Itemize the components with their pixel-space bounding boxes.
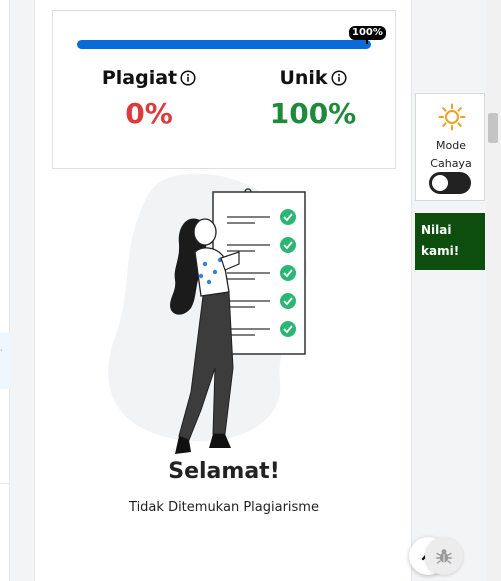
- check-icon: [280, 321, 296, 337]
- plagiarism-value: 0%: [125, 97, 173, 130]
- bug-icon: [436, 549, 452, 564]
- plagiarism-label: Plagiat: [101, 67, 178, 89]
- left-panel-tick: ·: [0, 346, 3, 355]
- result-title: Selamat!: [168, 459, 280, 484]
- unique-label: Unik: [279, 67, 328, 89]
- progress-bar: [77, 40, 371, 49]
- unique-value: 100%: [269, 97, 357, 130]
- info-icon[interactable]: [330, 70, 347, 86]
- rate-label-line2: kami!: [421, 244, 460, 258]
- scrollbar-thumb[interactable]: [488, 113, 498, 143]
- left-panel-highlight: [0, 333, 10, 389]
- theme-label-line2: Cahaya: [430, 157, 472, 170]
- result-card: 100% Plagiat 0% Unik 100% Selamat! Tidak…: [34, 0, 447, 581]
- info-icon[interactable]: [180, 70, 196, 86]
- theme-label-line1: Mode: [436, 139, 466, 152]
- progress-fill: [77, 40, 371, 49]
- plagiarism-label-row: Plagiat: [102, 67, 196, 89]
- plagiarism-metric: Plagiat 0%: [79, 67, 219, 130]
- rate-label-line1: Nilai: [421, 223, 452, 237]
- check-icon: [280, 265, 296, 281]
- unique-metric: Unik 100%: [243, 67, 383, 130]
- left-panel-edge: ·: [0, 0, 10, 581]
- progress-label: 100%: [349, 26, 386, 44]
- result-subtitle: Tidak Ditemukan Plagiarisme: [129, 500, 319, 515]
- theme-toggle-knob: [432, 175, 448, 191]
- sun-icon: [438, 103, 466, 131]
- report-bug-button[interactable]: [425, 537, 463, 575]
- success-illustration: [108, 173, 307, 454]
- check-icon: [280, 293, 296, 309]
- theme-label: Mode Cahaya: [416, 137, 486, 173]
- rate-us-button[interactable]: Nilai kami!: [415, 213, 485, 270]
- unique-label-row: Unik: [279, 67, 347, 89]
- check-icon: [280, 209, 296, 225]
- check-icon: [280, 237, 296, 253]
- theme-switcher: Mode Cahaya: [415, 93, 485, 201]
- result-summary-box: 100% Plagiat 0% Unik 100%: [52, 10, 396, 169]
- left-panel-divider: [0, 483, 10, 484]
- page-scrollbar[interactable]: [486, 0, 501, 581]
- theme-toggle[interactable]: [429, 172, 471, 194]
